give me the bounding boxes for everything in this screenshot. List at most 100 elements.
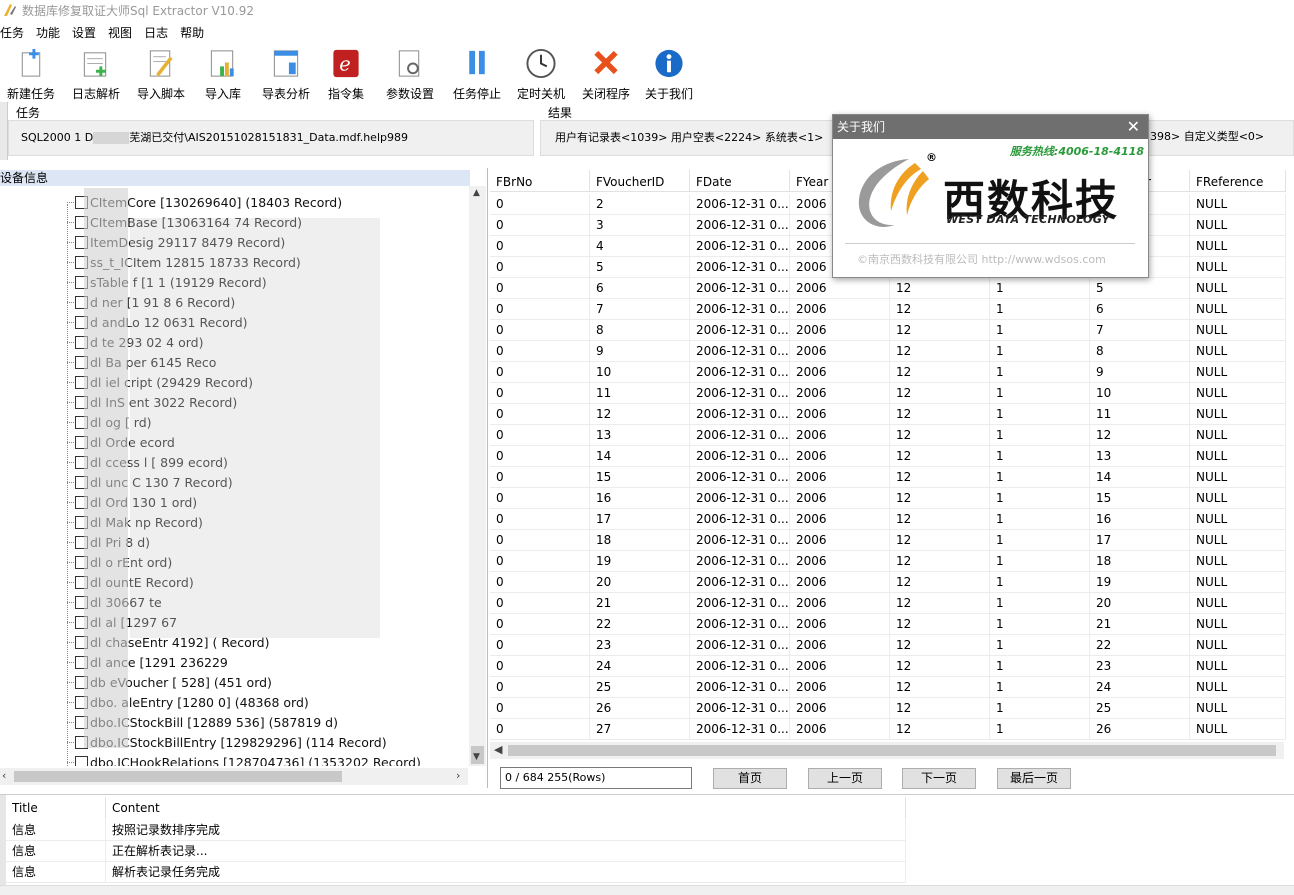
- tree-hscroll-thumb[interactable]: [14, 771, 342, 782]
- grid-cell: NULL: [1190, 551, 1286, 572]
- table-row[interactable]: 0 15 2006-12-31 0... 2006 12 1 14 NULL: [490, 467, 1290, 488]
- tree-item[interactable]: dbo.ICStockBill [12889 536] (587819 d): [0, 712, 338, 732]
- log-col-content[interactable]: Content: [106, 797, 906, 819]
- rows-count-field[interactable]: 0 / 684 255(Rows): [500, 767, 692, 789]
- grid-cell: 2006-12-31 0...: [690, 572, 790, 593]
- table-row[interactable]: 0 12 2006-12-31 0... 2006 12 1 11 NULL: [490, 404, 1290, 425]
- table-row[interactable]: 0 14 2006-12-31 0... 2006 12 1 13 NULL: [490, 446, 1290, 467]
- table-row[interactable]: 0 24 2006-12-31 0... 2006 12 1 23 NULL: [490, 656, 1290, 677]
- grid-cell: NULL: [1190, 278, 1286, 299]
- grid-cell: 2006: [790, 677, 890, 698]
- grid-cell: 9: [1090, 362, 1190, 383]
- tree-item-label: dbo.ICHookRelations [128704736] (1353202…: [90, 754, 421, 767]
- grid-cell: NULL: [1190, 341, 1286, 362]
- table-row[interactable]: 0 25 2006-12-31 0... 2006 12 1 24 NULL: [490, 677, 1290, 698]
- grid-cell: 1: [990, 719, 1090, 740]
- scroll-left-icon[interactable]: ◀: [494, 743, 502, 756]
- scroll-up-icon[interactable]: ▲: [473, 188, 480, 198]
- tree-item[interactable]: dbo.ICStockBillEntry [129829296] (114 Re…: [0, 732, 387, 752]
- tree-item[interactable]: db eVoucher [ 528] (451 ord): [0, 672, 272, 692]
- table-row[interactable]: 0 22 2006-12-31 0... 2006 12 1 21 NULL: [490, 614, 1290, 635]
- task-info-side-tab[interactable]: [0, 102, 8, 160]
- grid-cell: 2006-12-31 0...: [690, 593, 790, 614]
- table-row[interactable]: 0 6 2006-12-31 0... 2006 12 1 5 NULL: [490, 278, 1290, 299]
- grid-column-header[interactable]: FBrNo: [490, 170, 590, 192]
- table-analysis-button[interactable]: 导表分析: [254, 44, 318, 102]
- grid-hscroll-thumb[interactable]: [508, 745, 1276, 756]
- menu-task[interactable]: 任务: [0, 24, 30, 41]
- table-row[interactable]: 0 20 2006-12-31 0... 2006 12 1 19 NULL: [490, 572, 1290, 593]
- grid-column-header[interactable]: FReference: [1190, 170, 1286, 192]
- table-row[interactable]: 0 17 2006-12-31 0... 2006 12 1 16 NULL: [490, 509, 1290, 530]
- table-row[interactable]: 0 11 2006-12-31 0... 2006 12 1 10 NULL: [490, 383, 1290, 404]
- tree-item[interactable]: dbo.ICHookRelations [128704736] (1353202…: [0, 752, 421, 766]
- timed-shutdown-label: 定时关机: [516, 87, 565, 101]
- grid-cell: 12: [890, 467, 990, 488]
- table-row[interactable]: 0 7 2006-12-31 0... 2006 12 1 6 NULL: [490, 299, 1290, 320]
- grid-column-header[interactable]: FDate: [690, 170, 790, 192]
- table-row[interactable]: 0 19 2006-12-31 0... 2006 12 1 18 NULL: [490, 551, 1290, 572]
- scroll-down-icon[interactable]: ▼: [473, 752, 480, 762]
- tree-header[interactable]: 设备信息: [0, 170, 470, 186]
- task-stop-button[interactable]: 任务停止: [446, 44, 508, 102]
- brand-name-en: WEST DATA TECHNOLOGY: [946, 213, 1110, 226]
- import-script-button[interactable]: 导入脚本: [130, 44, 192, 102]
- table-row[interactable]: 0 13 2006-12-31 0... 2006 12 1 12 NULL: [490, 425, 1290, 446]
- table-row[interactable]: 0 26 2006-12-31 0... 2006 12 1 25 NULL: [490, 698, 1290, 719]
- log-row[interactable]: 信息 解析表记录任务完成: [6, 862, 906, 883]
- log-row[interactable]: 信息 按照记录数排序完成: [6, 820, 906, 841]
- grid-cell: 2006: [790, 320, 890, 341]
- grid-cell: NULL: [1190, 467, 1286, 488]
- grid-cell: 2006: [790, 404, 890, 425]
- next-page-button[interactable]: 下一页: [902, 768, 976, 789]
- menu-help[interactable]: 帮助: [180, 24, 210, 41]
- table-row[interactable]: 0 10 2006-12-31 0... 2006 12 1 9 NULL: [490, 362, 1290, 383]
- close-program-button[interactable]: 关闭程序: [574, 44, 638, 102]
- grid-cell: 1: [990, 362, 1090, 383]
- new-task-button[interactable]: 新建任务: [0, 44, 62, 102]
- command-set-button[interactable]: e 指令集: [318, 44, 374, 102]
- grid-cell: 0: [490, 698, 590, 719]
- grid-cell: 2006-12-31 0...: [690, 488, 790, 509]
- menu-function[interactable]: 功能: [36, 24, 66, 41]
- last-page-button[interactable]: 最后一页: [997, 768, 1071, 789]
- menu-view[interactable]: 视图: [108, 24, 138, 41]
- first-page-button[interactable]: 首页: [713, 768, 787, 789]
- scroll-left-icon[interactable]: ‹: [2, 769, 6, 782]
- tree-horizontal-scrollbar[interactable]: ‹ ›: [0, 768, 468, 785]
- about-us-button[interactable]: 关于我们: [638, 44, 700, 102]
- table-row[interactable]: 0 16 2006-12-31 0... 2006 12 1 15 NULL: [490, 488, 1290, 509]
- table-row[interactable]: 0 18 2006-12-31 0... 2006 12 1 17 NULL: [490, 530, 1290, 551]
- table-row[interactable]: 0 9 2006-12-31 0... 2006 12 1 8 NULL: [490, 341, 1290, 362]
- grid-cell: 12: [890, 635, 990, 656]
- menu-log[interactable]: 日志: [144, 24, 174, 41]
- table-row[interactable]: 0 8 2006-12-31 0... 2006 12 1 7 NULL: [490, 320, 1290, 341]
- scroll-right-icon[interactable]: ›: [456, 769, 460, 782]
- grid-cell: 1: [990, 425, 1090, 446]
- table-row[interactable]: 0 21 2006-12-31 0... 2006 12 1 20 NULL: [490, 593, 1290, 614]
- grid-cell: 17: [590, 509, 690, 530]
- table-row[interactable]: 0 23 2006-12-31 0... 2006 12 1 22 NULL: [490, 635, 1290, 656]
- import-db-button[interactable]: 导入库: [192, 44, 254, 102]
- tree-vertical-scrollbar[interactable]: ▲ ▼: [469, 186, 486, 766]
- grid-horizontal-scrollbar[interactable]: ◀: [490, 742, 1284, 759]
- tree-item[interactable]: CItemCore [130269640] (18403 Record): [0, 192, 342, 212]
- table-row[interactable]: 0 27 2006-12-31 0... 2006 12 1 26 NULL: [490, 719, 1290, 740]
- log-row[interactable]: 信息 正在解析表记录...: [6, 841, 906, 862]
- tree-item[interactable]: dbo. aleEntry [1280 0] (48368 ord): [0, 692, 309, 712]
- tree-item[interactable]: dl og [ rd): [0, 412, 152, 432]
- log-col-title[interactable]: Title: [6, 797, 106, 819]
- grid-cell: 0: [490, 341, 590, 362]
- timed-shutdown-button[interactable]: 定时关机: [508, 44, 574, 102]
- grid-cell: 1: [990, 467, 1090, 488]
- close-icon[interactable]: ✕: [1127, 115, 1140, 139]
- about-dialog-titlebar: 关于我们 ✕: [833, 115, 1148, 139]
- menu-settings[interactable]: 设置: [72, 24, 102, 41]
- tree-item-checkbox[interactable]: [75, 755, 88, 766]
- grid-column-header[interactable]: FVoucherID: [590, 170, 690, 192]
- settings-button[interactable]: 参数设置: [374, 44, 446, 102]
- grid-cell: 1: [990, 383, 1090, 404]
- prev-page-button[interactable]: 上一页: [808, 768, 882, 789]
- log-parse-button[interactable]: 日志解析: [62, 44, 130, 102]
- grid-cell: 2006: [790, 551, 890, 572]
